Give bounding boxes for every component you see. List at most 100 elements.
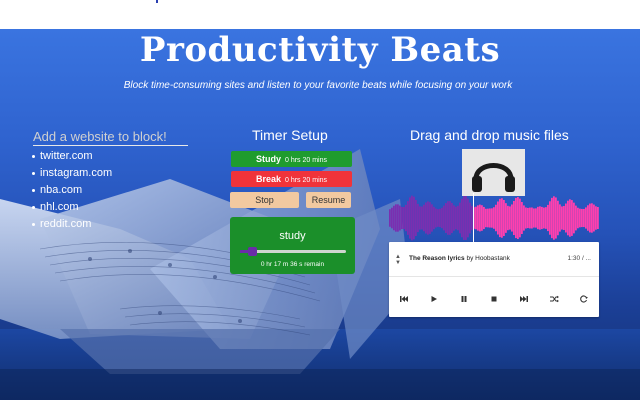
waveform-bar (561, 206, 563, 230)
waveform-bar (565, 203, 567, 233)
break-duration-bar[interactable]: Break 0 hrs 20 mins (231, 171, 352, 187)
app-title: Productivity Beats (139, 30, 501, 70)
track-info[interactable]: The Reason lyrics by Hoobastank (409, 255, 510, 262)
waveform-bar (465, 196, 467, 240)
hero-background: Productivity Beats Block time-consuming … (0, 29, 640, 400)
waveform-bar (525, 207, 527, 229)
waveform-bar (409, 197, 411, 239)
waveform-bar (511, 204, 513, 232)
waveform-bar (393, 205, 395, 231)
track-title: The Reason lyrics (409, 255, 465, 262)
waveform-bar (425, 202, 427, 234)
top-bar (0, 0, 640, 29)
study-label: Study (255, 154, 281, 164)
blocked-site-label: reddit.com (40, 218, 92, 230)
waveform-bar (441, 207, 443, 229)
waveform-bar (557, 200, 559, 236)
waveform-bar (439, 208, 441, 228)
pause-icon[interactable] (457, 292, 471, 306)
blocked-site-item[interactable]: twitter.com (32, 150, 112, 167)
waveform-bar (509, 206, 511, 230)
resume-button[interactable]: Resume (306, 192, 351, 208)
waveform-bar (429, 202, 431, 234)
headphones-icon[interactable] (462, 149, 525, 196)
waveform-bar (401, 206, 403, 230)
waveform-bar (427, 201, 429, 235)
stop-button[interactable]: Stop (230, 192, 299, 208)
waveform-bar (453, 205, 455, 231)
waveform-bar (549, 201, 551, 235)
waveform-bar (541, 206, 543, 230)
waveform-bar (423, 204, 425, 232)
waveform-bar (531, 207, 533, 229)
waveform-bar (437, 209, 439, 227)
waveform-bar (403, 206, 405, 230)
blocked-site-label: twitter.com (40, 150, 93, 162)
waveform-bar (593, 204, 595, 232)
audio-waveform[interactable] (389, 193, 599, 243)
waveform-bar (449, 201, 451, 235)
blocked-site-item[interactable]: instagram.com (32, 167, 112, 184)
waveform-bar (591, 203, 593, 233)
sort-icon[interactable]: ▲ ▼ (395, 254, 401, 266)
blocked-site-item[interactable]: nhl.com (32, 201, 112, 218)
waveform-bar (389, 209, 391, 227)
bullet-icon (32, 154, 35, 158)
play-icon[interactable] (427, 292, 441, 306)
waveform-bar (595, 206, 597, 230)
timer-progress-thumb[interactable] (248, 247, 258, 256)
waveform-bar (455, 206, 457, 230)
timer-status-panel: study 0 hr 17 m 36 s remain (230, 217, 355, 274)
app-subtitle: Block time-consuming sites and listen to… (123, 80, 513, 91)
waveform-bar (579, 208, 581, 228)
waveform-bar (445, 203, 447, 233)
timer-setup-heading: Timer Setup (252, 127, 328, 143)
previous-icon[interactable] (397, 292, 411, 306)
waveform-bar (417, 203, 419, 233)
repeat-icon[interactable] (577, 292, 591, 306)
waveform-bar (567, 200, 569, 236)
bullet-icon (32, 222, 35, 226)
waveform-bar (517, 197, 519, 239)
waveform-bar (489, 208, 491, 228)
waveform-bar (495, 204, 497, 232)
waveform-bar (435, 208, 437, 228)
waveform-bar (581, 208, 583, 228)
waveform-bar (397, 204, 399, 232)
track-artist: by Hoobastank (466, 255, 510, 262)
music-drop-heading: Drag and drop music files (410, 127, 569, 143)
waveform-bar (575, 205, 577, 231)
waveform-bar (583, 208, 585, 228)
waveform-bar (537, 206, 539, 230)
stop-icon[interactable] (487, 292, 501, 306)
waveform-bar (563, 205, 565, 231)
blocked-site-item[interactable]: reddit.com (32, 218, 112, 235)
waveform-bar (527, 207, 529, 229)
shuffle-icon[interactable] (547, 292, 561, 306)
waveform-bar (545, 207, 547, 229)
waveform-bar (501, 198, 503, 238)
blocked-site-item[interactable]: nba.com (32, 184, 112, 201)
waveform-bar (507, 205, 509, 231)
waveform-bar (547, 204, 549, 232)
waveform-bar (543, 207, 545, 229)
timer-progress-slider[interactable] (240, 247, 346, 256)
waveform-bar (559, 204, 561, 232)
block-site-input[interactable] (33, 127, 188, 146)
waveform-bar (421, 206, 423, 230)
waveform-bar (571, 200, 573, 236)
blocked-site-label: nhl.com (40, 201, 79, 213)
waveform-bar (555, 197, 557, 239)
waveform-bar (513, 200, 515, 236)
waveform-bar (499, 198, 501, 238)
playhead-cursor[interactable] (473, 193, 474, 243)
waveform-bar (467, 198, 469, 238)
waveform-bar (413, 196, 415, 240)
waveform-bar (459, 202, 461, 234)
top-bar-mark (156, 0, 158, 3)
study-duration-bar[interactable]: Study 0 hrs 20 mins (231, 151, 352, 167)
next-icon[interactable] (517, 292, 531, 306)
waveform-bar (481, 205, 483, 231)
waveform-bar (493, 207, 495, 229)
waveform-bar (497, 201, 499, 235)
